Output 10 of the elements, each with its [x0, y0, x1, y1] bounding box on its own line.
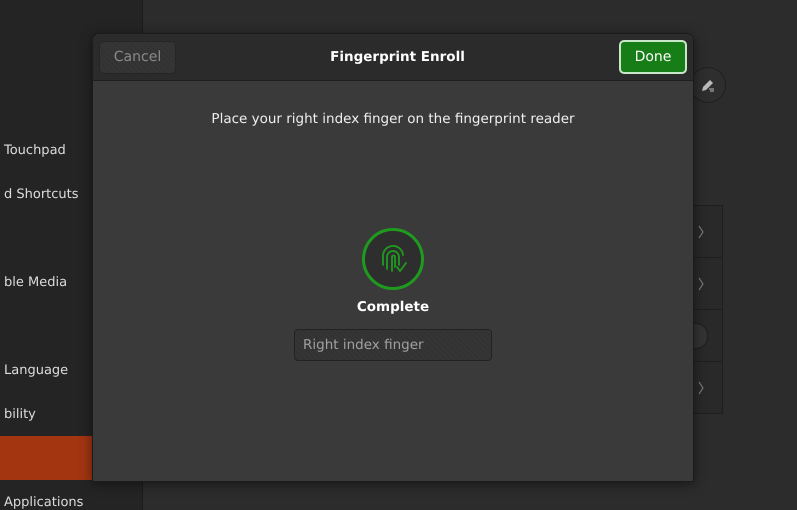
instruction-text: Place your right index finger on the fingerprint reader [211, 111, 575, 127]
chevron-icon [698, 224, 704, 238]
fingerprint-check-icon [361, 227, 425, 291]
dialog-title: Fingerprint Enroll [330, 49, 465, 65]
pencil-icon [700, 77, 716, 93]
chevron-icon [698, 380, 704, 394]
status-text: Complete [356, 299, 430, 315]
done-button[interactable]: Done [618, 40, 687, 74]
chevron-icon [698, 276, 704, 290]
sidebar-item[interactable]: Applications [0, 480, 142, 510]
